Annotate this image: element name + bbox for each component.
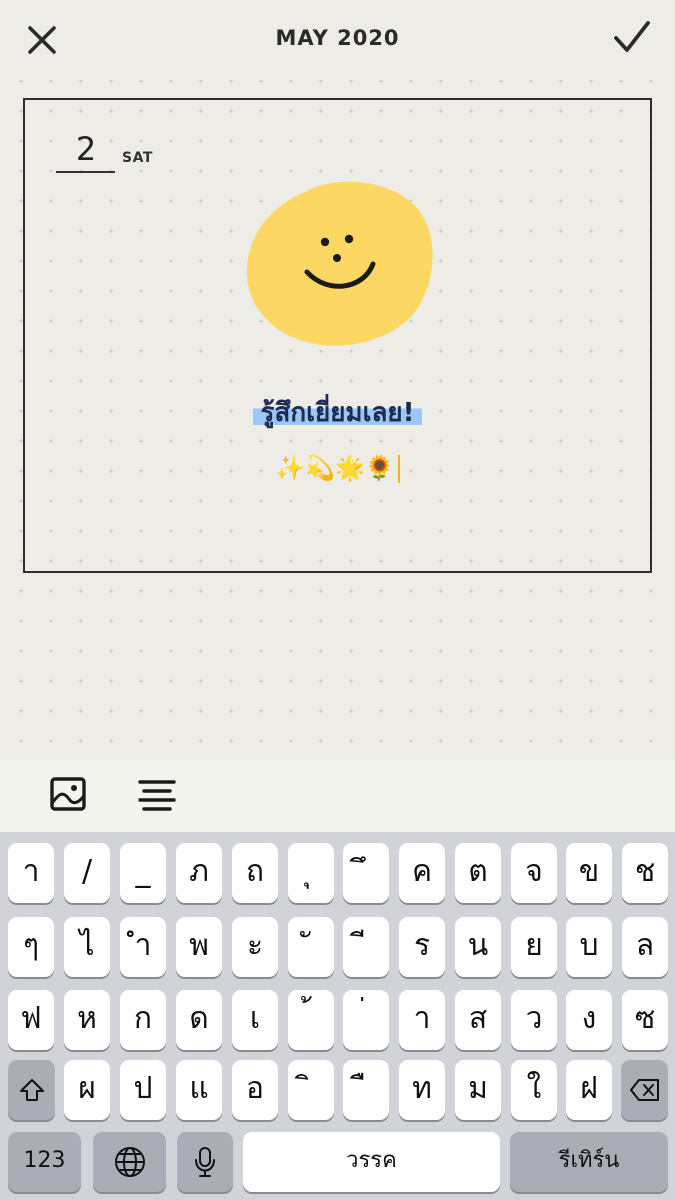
numbers-key[interactable]: 123: [8, 1132, 81, 1192]
mood-text[interactable]: รู้สึกเยี่ยมเลย!: [25, 392, 650, 433]
key[interactable]: ุ: [288, 843, 334, 903]
day-number: 2: [75, 130, 97, 168]
confirm-button[interactable]: [608, 18, 656, 58]
align-center-icon: [138, 780, 176, 811]
diary-entry-card: 2 SAT รู้สึกเยี่ยมเลย! ✨💫🌟🌻: [23, 98, 652, 573]
checkmark-icon: [614, 21, 650, 52]
day-of-week: SAT: [122, 150, 153, 166]
smiley-sticker-icon[interactable]: [245, 178, 437, 350]
key[interactable]: ไ: [64, 917, 110, 977]
key[interactable]: ้: [288, 990, 334, 1050]
day-underline: [56, 171, 115, 173]
delete-key[interactable]: [621, 1060, 668, 1120]
key[interactable]: น: [455, 917, 501, 977]
key[interactable]: ค: [399, 843, 445, 903]
key[interactable]: บ: [566, 917, 612, 977]
key[interactable]: ง: [566, 990, 612, 1050]
key[interactable]: ร: [399, 917, 445, 977]
dictation-key[interactable]: [177, 1132, 233, 1192]
key[interactable]: ต: [455, 843, 501, 903]
key[interactable]: แ: [176, 1060, 222, 1120]
microphone-icon: [195, 1146, 215, 1177]
key[interactable]: ม: [455, 1060, 501, 1120]
text-caret: [397, 455, 400, 483]
globe-key[interactable]: [93, 1132, 166, 1192]
key[interactable]: ว: [511, 990, 557, 1050]
key[interactable]: พ: [176, 917, 222, 977]
key[interactable]: เ: [232, 990, 278, 1050]
return-key[interactable]: รีเทิร์น: [510, 1132, 668, 1192]
key[interactable]: ฝ: [566, 1060, 612, 1120]
key[interactable]: ั: [288, 917, 334, 977]
globe-icon: [114, 1146, 145, 1177]
key[interactable]: ส: [455, 990, 501, 1050]
key[interactable]: ึ: [343, 843, 389, 903]
emoji-text: ✨💫🌟🌻: [275, 454, 395, 482]
key[interactable]: ท: [399, 1060, 445, 1120]
key[interactable]: ภ: [176, 843, 222, 903]
key[interactable]: จ: [511, 843, 557, 903]
key[interactable]: ใ: [511, 1060, 557, 1120]
key[interactable]: ๆ: [8, 917, 54, 977]
key[interactable]: ่: [343, 990, 389, 1050]
space-key[interactable]: วรรค: [243, 1132, 500, 1192]
thai-keyboard: า / _ ภ ถ ุ ึ ค ต จ ข ช ๆ ไ ำ พ ะ ั ี ร …: [0, 832, 675, 1200]
key[interactable]: ะ: [232, 917, 278, 977]
key[interactable]: ป: [120, 1060, 166, 1120]
key[interactable]: _: [120, 843, 166, 903]
key[interactable]: ถ: [232, 843, 278, 903]
key[interactable]: ผ: [64, 1060, 110, 1120]
text-align-button[interactable]: [136, 776, 178, 814]
key[interactable]: ย: [511, 917, 557, 977]
mood-text-highlight: รู้สึกเยี่ยมเลย!: [252, 398, 423, 428]
key[interactable]: า: [399, 990, 445, 1050]
shift-icon: [19, 1078, 44, 1101]
edit-toolbar: [0, 760, 675, 832]
emoji-text-input[interactable]: ✨💫🌟🌻: [25, 454, 650, 483]
key[interactable]: ข: [566, 843, 612, 903]
key[interactable]: ำ: [120, 917, 166, 977]
key[interactable]: ื: [343, 1060, 389, 1120]
key[interactable]: ี: [343, 917, 389, 977]
key[interactable]: ฟ: [8, 990, 54, 1050]
insert-image-button[interactable]: [48, 775, 90, 815]
key[interactable]: ซ: [622, 990, 668, 1050]
key[interactable]: ช: [622, 843, 668, 903]
image-icon: [50, 777, 86, 811]
key[interactable]: ด: [176, 990, 222, 1050]
shift-key[interactable]: [8, 1060, 55, 1120]
key[interactable]: /: [64, 843, 110, 903]
key[interactable]: ก: [120, 990, 166, 1050]
key[interactable]: า: [8, 843, 54, 903]
key[interactable]: ิ: [288, 1060, 334, 1120]
key[interactable]: อ: [232, 1060, 278, 1120]
key[interactable]: ล: [622, 917, 668, 977]
month-title: MAY 2020: [275, 26, 400, 50]
top-bar: MAY 2020: [0, 0, 675, 80]
delete-icon: [629, 1078, 659, 1101]
key[interactable]: ห: [64, 990, 110, 1050]
